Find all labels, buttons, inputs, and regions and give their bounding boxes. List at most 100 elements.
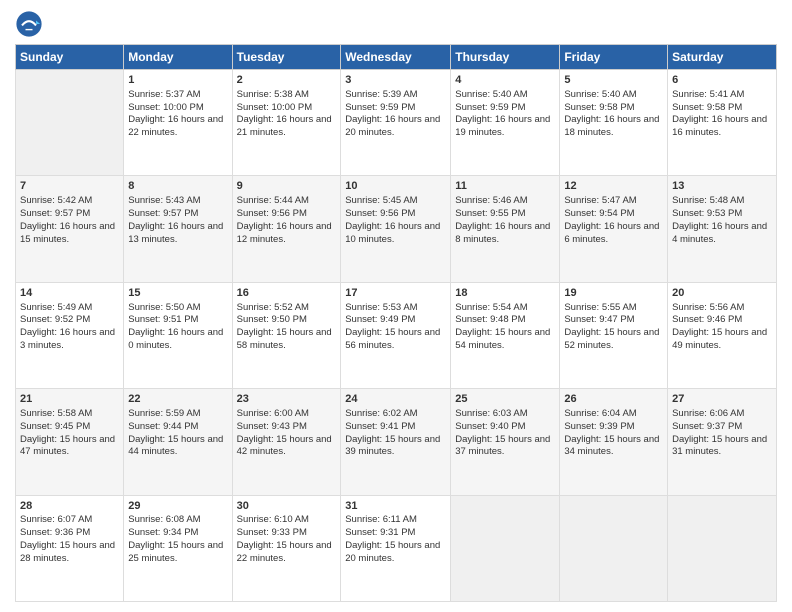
sunrise-text: Sunrise: 5:38 AM [237,89,309,100]
day-number: 9 [237,179,337,194]
calendar-week-row: 1Sunrise: 5:37 AMSunset: 10:00 PMDayligh… [16,70,777,176]
calendar-cell: 29Sunrise: 6:08 AMSunset: 9:34 PMDayligh… [124,495,232,601]
calendar-cell: 3Sunrise: 5:39 AM Sunset: 9:59 PMDaylight… [341,70,451,176]
sunset-text: Sunset: 9:37 PM [672,421,742,432]
sunset-text: Sunset: 9:57 PM [20,208,90,219]
header [15,10,777,38]
calendar-cell [560,495,668,601]
calendar-cell: 4Sunrise: 5:40 AMSunset: 9:59 PMDaylight… [451,70,560,176]
calendar-cell: 14Sunrise: 5:49 AMSunset: 9:52 PMDayligh… [16,282,124,388]
sunrise-text: Sunrise: 5:47 AM [564,195,636,206]
sunrise-text: Sunrise: 5:49 AM [20,302,92,313]
calendar-header-wednesday: Wednesday [341,45,451,70]
daylight-text: Daylight: 15 hours and 42 minutes. [237,434,332,458]
calendar-cell: 26Sunrise: 6:04 AMSunset: 9:39 PMDayligh… [560,389,668,495]
sunset-text: Sunset: 9:43 PM [237,421,307,432]
daylight-text: Daylight: 15 hours and 56 minutes. [345,327,440,351]
calendar-cell: 12Sunrise: 5:47 AMSunset: 9:54 PMDayligh… [560,176,668,282]
daylight-text: Daylight: 15 hours and 47 minutes. [20,434,115,458]
sunrise-text: Sunrise: 5:50 AM [128,302,200,313]
sunset-text: Sunset: 9:54 PM [564,208,634,219]
sunset-text: Sunset: 9:46 PM [672,314,742,325]
calendar-cell: 7Sunrise: 5:42 AMSunset: 9:57 PMDaylight… [16,176,124,282]
daylight-text: Daylight: 15 hours and 31 minutes. [672,434,767,458]
sunset-text: Sunset: 9:57 PM [128,208,198,219]
daylight-text: Daylight: 16 hours and 13 minutes. [128,221,223,245]
sunrise-text: Sunrise: 5:45 AM [345,195,417,206]
calendar-cell: 20Sunrise: 5:56 AMSunset: 9:46 PMDayligh… [668,282,777,388]
daylight-text: Daylight: 15 hours and 49 minutes. [672,327,767,351]
daylight-text: Daylight: 15 hours and 20 minutes. [345,540,440,564]
day-number: 28 [20,499,119,514]
daylight-text: Daylight: 16 hours and 8 minutes. [455,221,550,245]
day-number: 17 [345,286,446,301]
day-number: 29 [128,499,227,514]
sunset-text: Sunset: 9:40 PM [455,421,525,432]
daylight-text: Daylight: 16 hours and 22 minutes. [128,114,223,138]
sunset-text: Sunset: 9:33 PM [237,527,307,538]
sunrise-text: Sunrise: 6:06 AM [672,408,744,419]
calendar-cell: 23Sunrise: 6:00 AMSunset: 9:43 PMDayligh… [232,389,341,495]
calendar-cell: 30Sunrise: 6:10 AMSunset: 9:33 PMDayligh… [232,495,341,601]
sunrise-text: Sunrise: 5:58 AM [20,408,92,419]
day-number: 13 [672,179,772,194]
sunrise-text: Sunrise: 6:00 AM [237,408,309,419]
calendar-cell: 19Sunrise: 5:55 AMSunset: 9:47 PMDayligh… [560,282,668,388]
sunset-text: Sunset: 9:59 PM [345,102,415,113]
sunrise-text: Sunrise: 6:03 AM [455,408,527,419]
daylight-text: Daylight: 16 hours and 20 minutes. [345,114,440,138]
day-number: 15 [128,286,227,301]
sunset-text: Sunset: 9:48 PM [455,314,525,325]
day-number: 6 [672,73,772,88]
sunrise-text: Sunrise: 5:39 AM [345,89,417,100]
calendar-cell: 16Sunrise: 5:52 AMSunset: 9:50 PMDayligh… [232,282,341,388]
sunset-text: Sunset: 9:56 PM [237,208,307,219]
sunrise-text: Sunrise: 5:52 AM [237,302,309,313]
calendar-cell: 17Sunrise: 5:53 AMSunset: 9:49 PMDayligh… [341,282,451,388]
sunset-text: Sunset: 9:31 PM [345,527,415,538]
day-number: 5 [564,73,663,88]
calendar-week-row: 21Sunrise: 5:58 AMSunset: 9:45 PMDayligh… [16,389,777,495]
sunset-text: Sunset: 9:55 PM [455,208,525,219]
day-number: 11 [455,179,555,194]
sunrise-text: Sunrise: 5:43 AM [128,195,200,206]
calendar-cell: 1Sunrise: 5:37 AMSunset: 10:00 PMDayligh… [124,70,232,176]
calendar-cell [451,495,560,601]
sunset-text: Sunset: 9:56 PM [345,208,415,219]
sunrise-text: Sunrise: 5:42 AM [20,195,92,206]
calendar-header-friday: Friday [560,45,668,70]
sunrise-text: Sunrise: 5:37 AM [128,89,200,100]
sunrise-text: Sunrise: 6:02 AM [345,408,417,419]
daylight-text: Daylight: 15 hours and 25 minutes. [128,540,223,564]
sunset-text: Sunset: 9:58 PM [564,102,634,113]
sunrise-text: Sunrise: 6:11 AM [345,514,417,525]
calendar-week-row: 28Sunrise: 6:07 AMSunset: 9:36 PMDayligh… [16,495,777,601]
sunset-text: Sunset: 9:44 PM [128,421,198,432]
daylight-text: Daylight: 15 hours and 37 minutes. [455,434,550,458]
calendar-cell: 8Sunrise: 5:43 AMSunset: 9:57 PMDaylight… [124,176,232,282]
calendar-cell: 31Sunrise: 6:11 AMSunset: 9:31 PMDayligh… [341,495,451,601]
sunrise-text: Sunrise: 5:46 AM [455,195,527,206]
day-number: 16 [237,286,337,301]
sunset-text: Sunset: 9:51 PM [128,314,198,325]
day-number: 1 [128,73,227,88]
calendar-cell: 18Sunrise: 5:54 AMSunset: 9:48 PMDayligh… [451,282,560,388]
calendar-cell: 25Sunrise: 6:03 AMSunset: 9:40 PMDayligh… [451,389,560,495]
day-number: 22 [128,392,227,407]
sunrise-text: Sunrise: 5:54 AM [455,302,527,313]
daylight-text: Daylight: 16 hours and 6 minutes. [564,221,659,245]
day-number: 3 [345,73,446,88]
sunset-text: Sunset: 9:58 PM [672,102,742,113]
day-number: 19 [564,286,663,301]
day-number: 2 [237,73,337,88]
sunset-text: Sunset: 9:50 PM [237,314,307,325]
daylight-text: Daylight: 16 hours and 18 minutes. [564,114,659,138]
calendar-header-tuesday: Tuesday [232,45,341,70]
sunrise-text: Sunrise: 5:40 AM [564,89,636,100]
daylight-text: Daylight: 16 hours and 12 minutes. [237,221,332,245]
sunrise-text: Sunrise: 5:40 AM [455,89,527,100]
calendar-cell [16,70,124,176]
calendar-cell: 24Sunrise: 6:02 AMSunset: 9:41 PMDayligh… [341,389,451,495]
daylight-text: Daylight: 16 hours and 10 minutes. [345,221,440,245]
calendar-page: SundayMondayTuesdayWednesdayThursdayFrid… [0,0,792,612]
